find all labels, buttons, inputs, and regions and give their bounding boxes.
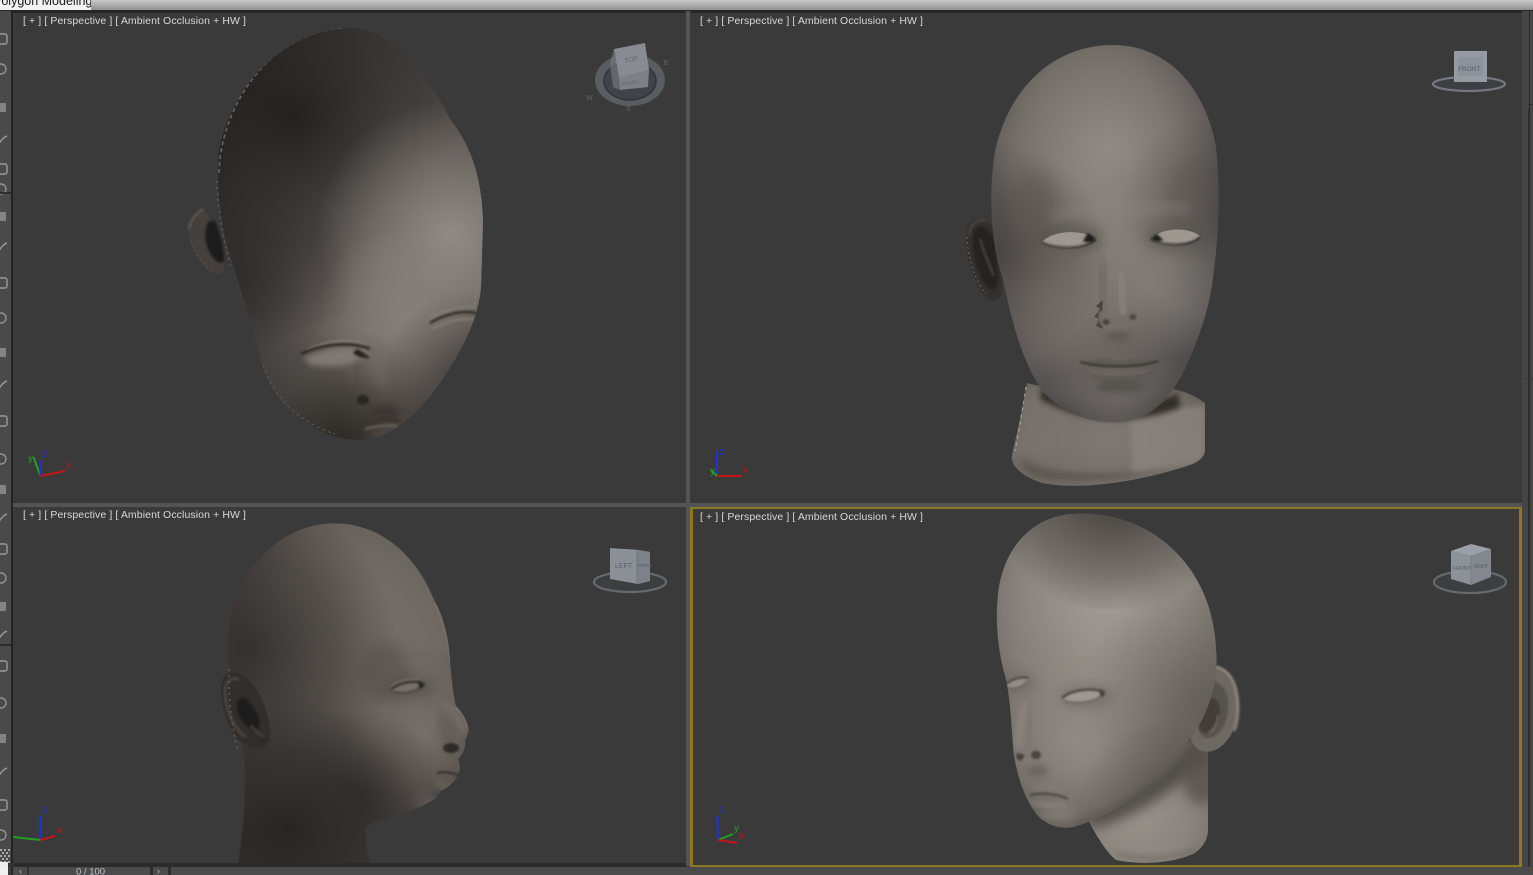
svg-text:W: W xyxy=(586,95,593,102)
svg-text:z: z xyxy=(42,449,47,460)
svg-text:›: › xyxy=(157,867,160,875)
svg-text:x: x xyxy=(57,825,62,836)
svg-text:y: y xyxy=(28,453,33,464)
svg-text:z: z xyxy=(719,447,724,458)
svg-text:x: x xyxy=(66,460,71,471)
svg-text:‹: ‹ xyxy=(19,867,22,875)
svg-text:S: S xyxy=(626,106,631,113)
svg-text:FRONT: FRONT xyxy=(638,563,652,568)
svg-text:RIGHT: RIGHT xyxy=(1474,564,1488,570)
svg-text:FRONT: FRONT xyxy=(1453,566,1471,572)
svg-text:x: x xyxy=(739,831,744,842)
svg-text:z: z xyxy=(43,805,48,816)
svg-text:z: z xyxy=(720,804,725,815)
svg-text:x: x xyxy=(743,465,748,476)
svg-text:FRONT: FRONT xyxy=(1458,66,1480,73)
svg-text:y: y xyxy=(710,466,715,477)
svg-text:LEFT: LEFT xyxy=(615,563,633,570)
svg-text:0 / 100: 0 / 100 xyxy=(76,867,105,875)
svg-text:E: E xyxy=(664,60,669,67)
